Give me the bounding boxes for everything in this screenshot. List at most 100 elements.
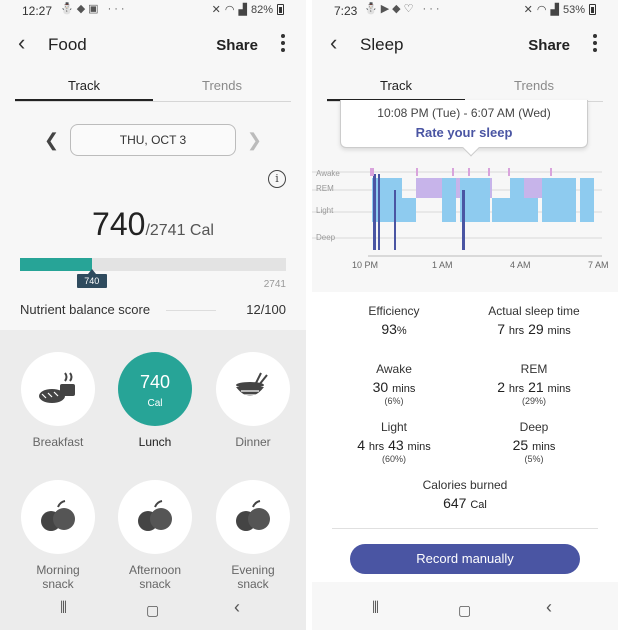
sleep-time-range: 10:08 PM (Tue) - 6:07 AM (Wed) xyxy=(377,106,551,120)
stat-percent: (60%) xyxy=(381,454,406,464)
system-nav-bar: ⦀ ▢ ‹ xyxy=(0,590,306,630)
back-arrow-icon[interactable]: ‹ xyxy=(18,32,25,54)
value-number: 7 xyxy=(497,321,506,337)
meal-label: Morning snack xyxy=(36,563,80,591)
sleep-screen: 7:23 ⛄▶◆♡ ··· ✕ ◠ ▟ 53% ‹ Sleep Share Tr… xyxy=(312,0,618,630)
meal-label: Breakfast xyxy=(32,435,84,449)
back-nav-icon[interactable]: ‹ xyxy=(234,597,240,618)
value-number: 30 xyxy=(372,379,389,395)
meal-afternoon-snack[interactable]: Afternoon snack xyxy=(110,480,200,591)
more-options-icon[interactable] xyxy=(280,34,286,55)
stat-rem: REM 2 hrs 21 mins (29%) xyxy=(464,362,604,406)
value-unit: Cal xyxy=(470,499,487,511)
recent-apps-icon[interactable]: ⦀ xyxy=(372,600,379,618)
meal-evening-snack[interactable]: Evening snack xyxy=(208,480,298,591)
stat-label: Calories burned xyxy=(422,478,508,492)
value-unit: mins xyxy=(407,441,431,453)
calories-eaten: 740 xyxy=(92,206,146,242)
meal-label: Lunch xyxy=(138,435,172,449)
share-button[interactable]: Share xyxy=(216,37,258,54)
home-icon[interactable]: ▢ xyxy=(146,602,159,619)
back-nav-icon[interactable]: ‹ xyxy=(546,597,552,618)
wifi-icon: ◠ xyxy=(224,4,235,16)
value-number: 29 xyxy=(528,321,544,337)
calorie-progress-fill xyxy=(20,258,92,271)
sleep-session-card[interactable]: 10:08 PM (Tue) - 6:07 AM (Wed) Rate your… xyxy=(340,100,588,157)
status-bar: 7:23 ⛄▶◆♡ ··· ✕ ◠ ▟ 53% xyxy=(312,0,618,22)
wifi-icon: ◠ xyxy=(536,4,547,16)
tab-track[interactable]: Track xyxy=(327,78,465,101)
meal-label: Dinner xyxy=(235,435,271,449)
value-number: 25 xyxy=(512,437,529,453)
awake-segment xyxy=(416,168,418,176)
battery-percent: 82% xyxy=(250,3,273,16)
breakfast-circle[interactable] xyxy=(21,352,95,426)
stat-value: 647 Cal xyxy=(395,495,535,511)
light-segment xyxy=(566,178,576,222)
light-segment xyxy=(542,178,566,222)
meal-morning-snack[interactable]: Morning snack xyxy=(13,480,103,591)
tab-trends[interactable]: Trends xyxy=(465,78,603,93)
rate-sleep-link[interactable]: Rate your sleep xyxy=(341,125,587,140)
status-bar: 12:27 ⛄◆▣ ··· ✕ ◠ ▟ 82% xyxy=(0,0,306,22)
back-arrow-icon[interactable]: ‹ xyxy=(330,32,337,54)
sleep-stats-panel: Efficiency 93% Actual sleep time 7 hrs 2… xyxy=(312,292,618,582)
value-unit: mins xyxy=(532,441,556,453)
meal-label: Afternoon snack xyxy=(128,563,182,591)
share-button[interactable]: Share xyxy=(528,37,570,54)
meal-breakfast[interactable]: Breakfast xyxy=(13,352,103,449)
value-unit: mins xyxy=(547,383,571,395)
x-tick-label: 4 AM xyxy=(510,260,531,270)
nutrient-score: 12/100 xyxy=(246,302,286,317)
value-unit: hrs xyxy=(368,441,385,453)
stat-deep: Deep 25 mins (5%) xyxy=(464,420,604,464)
bowl-icon xyxy=(236,372,268,396)
nutrient-balance-row[interactable]: Nutrient balance score 12/100 xyxy=(20,302,286,320)
rem-segment xyxy=(524,178,542,198)
meal-label: Evening snack xyxy=(231,563,275,591)
notification-icons: ⛄◆▣ ··· xyxy=(60,3,128,15)
calorie-goal-text: /2741 Cal xyxy=(145,222,214,239)
stat-efficiency: Efficiency 93% xyxy=(324,304,464,337)
stage-label-awake: Awake xyxy=(316,169,340,178)
previous-day-icon[interactable]: ❮ xyxy=(44,130,59,151)
info-icon[interactable]: i xyxy=(268,170,286,188)
stat-percent: (6%) xyxy=(384,396,404,406)
tab-bar: Track Trends xyxy=(327,72,603,102)
morning-snack-circle[interactable] xyxy=(21,480,95,554)
stage-label-light: Light xyxy=(316,206,334,215)
calorie-progress-bar xyxy=(20,258,286,271)
light-segment xyxy=(580,178,594,222)
evening-snack-circle[interactable] xyxy=(216,480,290,554)
afternoon-snack-circle[interactable] xyxy=(118,480,192,554)
status-time: 12:27 xyxy=(22,4,53,18)
tab-track[interactable]: Track xyxy=(15,78,153,101)
lunch-circle[interactable]: 740 Cal xyxy=(118,352,192,426)
stat-value: 4 hrs 43 mins xyxy=(324,437,464,453)
date-selector: ❮ THU, OCT 3 ❯ xyxy=(0,124,306,158)
next-day-icon[interactable]: ❯ xyxy=(247,130,262,151)
meal-lunch[interactable]: 740 Cal Lunch xyxy=(110,352,200,449)
awake-segment xyxy=(370,168,374,176)
stat-light: Light 4 hrs 43 mins (60%) xyxy=(324,420,464,464)
stat-calories: Calories burned 647 Cal xyxy=(395,478,535,511)
stat-value: 30 mins xyxy=(324,379,464,395)
lunch-unit: Cal xyxy=(147,398,163,409)
rem-segment xyxy=(416,178,444,198)
value-unit: hrs xyxy=(508,325,525,337)
value-unit: mins xyxy=(392,383,416,395)
stat-value: 25 mins xyxy=(464,437,604,453)
stat-label: REM xyxy=(520,362,548,376)
record-manually-button[interactable]: Record manually xyxy=(350,544,580,574)
meal-dinner[interactable]: Dinner xyxy=(208,352,298,449)
awake-segment xyxy=(468,168,470,176)
home-icon[interactable]: ▢ xyxy=(458,602,471,619)
more-options-icon[interactable] xyxy=(592,34,598,55)
recent-apps-icon[interactable]: ⦀ xyxy=(60,600,67,618)
system-nav-bar: ⦀ ▢ ‹ xyxy=(312,590,618,630)
awake-segment xyxy=(488,168,490,176)
sleep-stage-chart: Awake REM Light Deep 10 PM 1 AM 4 AM 7 A… xyxy=(312,168,609,270)
dinner-circle[interactable] xyxy=(216,352,290,426)
tab-trends[interactable]: Trends xyxy=(153,78,291,93)
date-button[interactable]: THU, OCT 3 xyxy=(70,124,236,156)
